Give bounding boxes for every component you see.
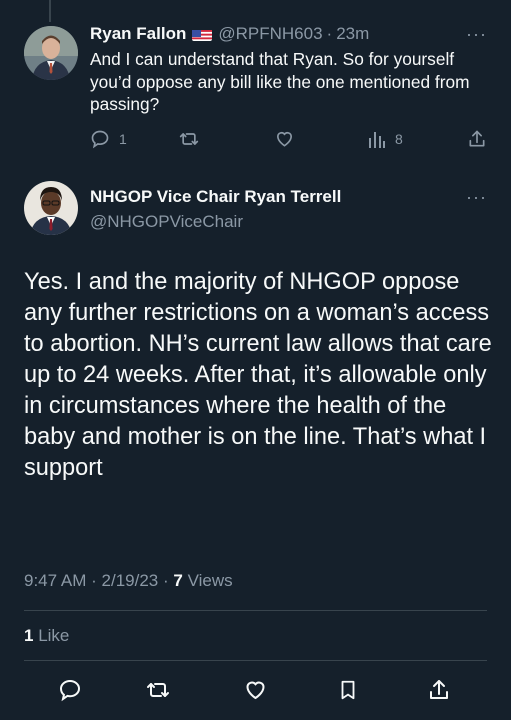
reply-count: 1 bbox=[119, 131, 127, 147]
share-button[interactable] bbox=[427, 678, 451, 702]
share-button[interactable] bbox=[467, 129, 487, 149]
author-name[interactable]: Ryan Fallon bbox=[90, 24, 186, 44]
separator-dot: · bbox=[326, 24, 333, 43]
analytics-icon bbox=[369, 132, 385, 148]
reply-tweet[interactable]: Ryan Fallon @RPFNH603 · 23m ··· And I ca… bbox=[0, 0, 511, 165]
share-icon bbox=[469, 130, 485, 147]
views-button[interactable]: 8 bbox=[368, 129, 403, 149]
divider bbox=[24, 660, 487, 661]
us-flag-icon bbox=[192, 28, 213, 41]
comment-icon bbox=[59, 679, 81, 702]
share-icon bbox=[430, 680, 448, 699]
separator-dot: · bbox=[91, 571, 97, 590]
reply-text: And I can understand that Ryan. So for y… bbox=[90, 49, 470, 114]
tweet-date[interactable]: 2/19/23 bbox=[102, 571, 159, 590]
timestamp[interactable]: 23m bbox=[336, 24, 369, 44]
views-count: 8 bbox=[395, 131, 403, 147]
avatar[interactable] bbox=[24, 26, 78, 80]
views-count: 7 bbox=[173, 571, 183, 590]
author-handle[interactable]: @NHGOPViceChair bbox=[90, 212, 243, 232]
like-button[interactable] bbox=[243, 678, 268, 702]
divider bbox=[24, 610, 487, 611]
author-name[interactable]: NHGOP Vice Chair Ryan Terrell bbox=[90, 187, 341, 207]
tweet-time[interactable]: 9:47 AM bbox=[24, 571, 86, 590]
retweet-icon bbox=[147, 683, 169, 697]
reply-header: Ryan Fallon @RPFNH603 · 23m bbox=[90, 24, 369, 44]
more-options-icon[interactable]: ··· bbox=[466, 187, 487, 208]
reply-button[interactable] bbox=[58, 678, 82, 702]
heart-icon bbox=[246, 681, 265, 700]
comment-icon bbox=[91, 130, 109, 149]
likes-count: 1 bbox=[24, 626, 34, 645]
reply-button[interactable]: 1 bbox=[90, 129, 127, 149]
tweet-metadata: 9:47 AM · 2/19/23 · 7 Views bbox=[24, 571, 233, 591]
retweet-icon bbox=[179, 133, 199, 145]
likes-summary[interactable]: 1 Like bbox=[24, 626, 69, 646]
likes-label: Like bbox=[38, 626, 70, 645]
bookmark-button[interactable] bbox=[337, 678, 359, 702]
retweet-button[interactable] bbox=[178, 129, 200, 149]
main-tweet: NHGOP Vice Chair Ryan Terrell @NHGOPVice… bbox=[0, 165, 511, 720]
tweet-text: Yes. I and the majority of NHGOP oppose … bbox=[24, 269, 492, 481]
tweet-action-bar bbox=[0, 670, 511, 710]
heart-icon bbox=[276, 131, 293, 147]
views-label: Views bbox=[187, 571, 233, 590]
retweet-button[interactable] bbox=[145, 678, 171, 702]
bookmark-icon bbox=[341, 680, 355, 700]
separator-dot: · bbox=[162, 571, 169, 590]
author-handle[interactable]: @RPFNH603 bbox=[218, 24, 322, 44]
more-options-icon[interactable]: ··· bbox=[466, 24, 487, 45]
like-button[interactable] bbox=[274, 129, 295, 149]
avatar[interactable] bbox=[24, 181, 78, 235]
reply-action-bar: 1 8 bbox=[90, 129, 490, 153]
